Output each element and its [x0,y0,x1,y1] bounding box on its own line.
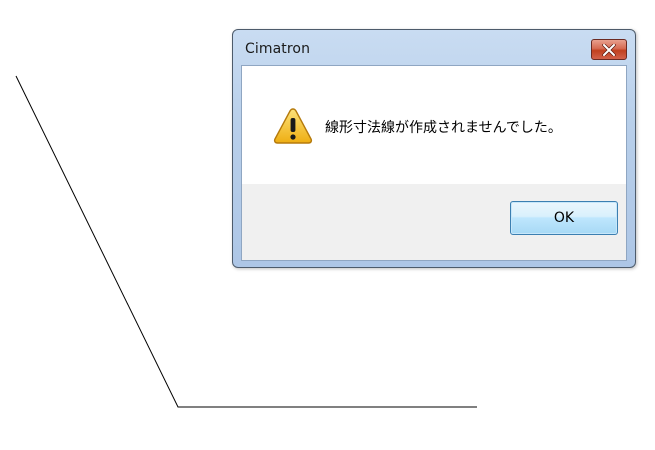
dialog-message: 線形寸法線が作成されませんでした。 [325,120,562,136]
dialog-client-area: 線形寸法線が作成されませんでした。 OK [241,65,627,261]
ok-button[interactable]: OK [510,201,618,235]
dialog-titlebar[interactable]: Cimatron [233,30,635,64]
dialog-footer: OK [242,184,626,260]
warning-icon [273,108,313,144]
close-icon [602,43,616,56]
close-button[interactable] [591,39,627,60]
cad-canvas: Cimatron 線形寸法線が作成されませんでした。 OK [0,0,655,450]
dialog-content: 線形寸法線が作成されませんでした。 [242,66,626,184]
message-dialog: Cimatron 線形寸法線が作成されませんでした。 OK [232,29,636,268]
dialog-title: Cimatron [245,41,311,57]
